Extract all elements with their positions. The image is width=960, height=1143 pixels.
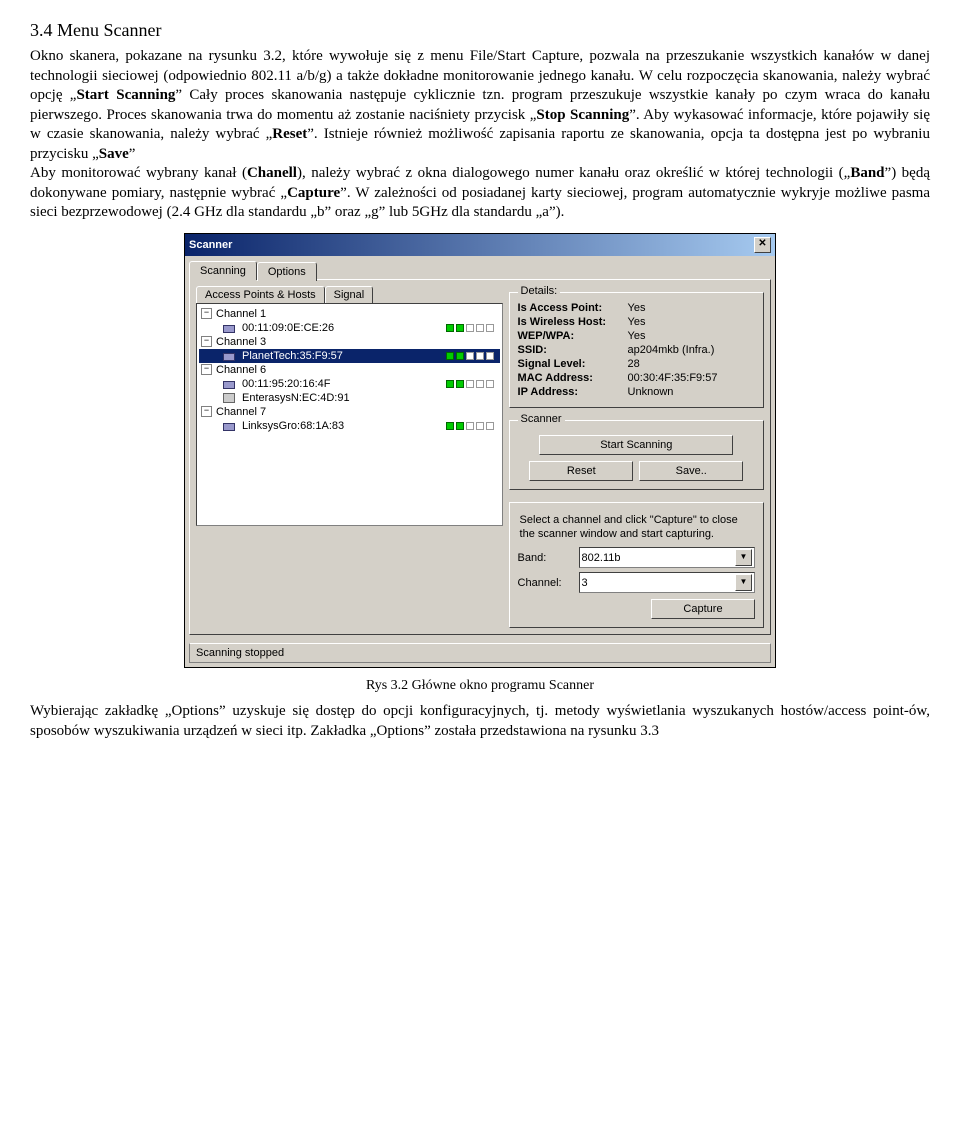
- tree-item-selected[interactable]: PlanetTech:35:F9:57: [199, 349, 500, 363]
- capture-button[interactable]: Capture: [651, 599, 755, 619]
- channel-label: Channel:: [518, 577, 573, 589]
- details-row: SSID:ap204mkb (Infra.): [518, 343, 755, 357]
- text-bold: Capture: [287, 185, 340, 201]
- details-group: Is Access Point:YesIs Wireless Host:YesW…: [509, 292, 764, 408]
- collapse-icon[interactable]: −: [201, 336, 212, 347]
- tree-label: PlanetTech:35:F9:57: [242, 350, 343, 362]
- ap-icon: [223, 378, 239, 390]
- tree-label: Channel 1: [216, 308, 266, 320]
- tree-label: Channel 6: [216, 364, 266, 376]
- section-heading: 3.4 Menu Scanner: [30, 20, 930, 41]
- details-value: ap204mkb (Infra.): [628, 344, 715, 356]
- subtab-access-points[interactable]: Access Points & Hosts: [196, 286, 325, 303]
- text-bold: Save: [99, 146, 129, 162]
- tree-label: 00:11:09:0E:CE:26: [242, 322, 334, 334]
- details-key: IP Address:: [518, 386, 628, 398]
- details-row: MAC Address:00:30:4F:35:F9:57: [518, 371, 755, 385]
- details-key: WEP/WPA:: [518, 330, 628, 342]
- scanner-window: Scanner ✕ Scanning Options Access Points…: [184, 233, 776, 669]
- tree-channel[interactable]: − Channel 3: [199, 335, 500, 349]
- text: Aby monitorować wybrany kanał (: [30, 165, 247, 181]
- tab-scanning[interactable]: Scanning: [189, 261, 257, 280]
- tree-label: LinksysGro:68:1A:83: [242, 420, 344, 432]
- text-bold: Band: [850, 165, 884, 181]
- save-button[interactable]: Save..: [639, 461, 743, 481]
- ap-icon: [223, 322, 239, 334]
- text: ), należy wybrać z okna dialogowego nume…: [297, 165, 850, 181]
- ap-icon: [223, 420, 239, 432]
- details-key: Signal Level:: [518, 358, 628, 370]
- tree-channel[interactable]: − Channel 1: [199, 307, 500, 321]
- channel-select[interactable]: 3 ▼: [579, 572, 755, 593]
- signal-indicator: [446, 352, 494, 360]
- text-bold: Stop Scanning: [536, 107, 629, 123]
- status-bar: Scanning stopped: [189, 643, 771, 663]
- details-key: SSID:: [518, 344, 628, 356]
- titlebar: Scanner ✕: [185, 234, 775, 256]
- tree-item[interactable]: 00:11:95:20:16:4F: [199, 377, 500, 391]
- tree-label: Channel 7: [216, 406, 266, 418]
- tree-channel[interactable]: − Channel 6: [199, 363, 500, 377]
- window-title: Scanner: [189, 239, 232, 251]
- details-row: IP Address:Unknown: [518, 385, 755, 399]
- host-icon: [223, 392, 239, 404]
- tree-channel[interactable]: − Channel 7: [199, 405, 500, 419]
- details-value: 28: [628, 358, 640, 370]
- details-value: Yes: [628, 330, 646, 342]
- main-tabs: Scanning Options: [189, 260, 771, 279]
- text-bold: Reset: [272, 126, 307, 142]
- tree-view[interactable]: − Channel 1 00:11:09:0E:CE:26 − Channel …: [196, 303, 503, 526]
- scanner-group: Start Scanning Reset Save..: [509, 420, 764, 490]
- ap-icon: [223, 350, 239, 362]
- signal-indicator: [446, 324, 494, 332]
- band-select[interactable]: 802.11b ▼: [579, 547, 755, 568]
- details-row: Is Wireless Host:Yes: [518, 315, 755, 329]
- signal-indicator: [446, 380, 494, 388]
- details-key: MAC Address:: [518, 372, 628, 384]
- channel-value: 3: [582, 577, 588, 589]
- close-button[interactable]: ✕: [754, 237, 771, 253]
- text-bold: Chanell: [247, 165, 297, 181]
- details-row: Is Access Point:Yes: [518, 301, 755, 315]
- reset-button[interactable]: Reset: [529, 461, 633, 481]
- chevron-down-icon[interactable]: ▼: [735, 574, 752, 591]
- collapse-icon[interactable]: −: [201, 406, 212, 417]
- tree-item[interactable]: 00:11:09:0E:CE:26: [199, 321, 500, 335]
- tree-item[interactable]: EnterasysN:EC:4D:91: [199, 391, 500, 405]
- tree-label: Channel 3: [216, 336, 266, 348]
- capture-group: Select a channel and click "Capture" to …: [509, 502, 764, 629]
- details-value: Unknown: [628, 386, 674, 398]
- figure-caption: Rys 3.2 Główne okno programu Scanner: [30, 678, 930, 694]
- details-value: 00:30:4F:35:F9:57: [628, 372, 718, 384]
- details-key: Is Access Point:: [518, 302, 628, 314]
- band-value: 802.11b: [582, 552, 621, 564]
- details-key: Is Wireless Host:: [518, 316, 628, 328]
- details-value: Yes: [628, 316, 646, 328]
- collapse-icon[interactable]: −: [201, 364, 212, 375]
- chevron-down-icon[interactable]: ▼: [735, 549, 752, 566]
- band-label: Band:: [518, 552, 573, 564]
- tree-label: 00:11:95:20:16:4F: [242, 378, 330, 390]
- text: ”: [129, 146, 136, 162]
- subtab-signal[interactable]: Signal: [325, 286, 374, 303]
- tree-item[interactable]: LinksysGro:68:1A:83: [199, 419, 500, 433]
- details-row: Signal Level:28: [518, 357, 755, 371]
- text-bold: Start Scanning: [76, 87, 175, 103]
- tab-options[interactable]: Options: [257, 262, 317, 281]
- paragraph-1: Okno skanera, pokazane na rysunku 3.2, k…: [30, 47, 930, 223]
- details-value: Yes: [628, 302, 646, 314]
- collapse-icon[interactable]: −: [201, 308, 212, 319]
- details-row: WEP/WPA:Yes: [518, 329, 755, 343]
- start-scanning-button[interactable]: Start Scanning: [539, 435, 733, 455]
- signal-indicator: [446, 422, 494, 430]
- paragraph-3: Wybierając zakładkę „Options” uzyskuje s…: [30, 702, 930, 741]
- tree-label: EnterasysN:EC:4D:91: [242, 392, 350, 404]
- help-text: Select a channel and click "Capture" to …: [518, 511, 755, 544]
